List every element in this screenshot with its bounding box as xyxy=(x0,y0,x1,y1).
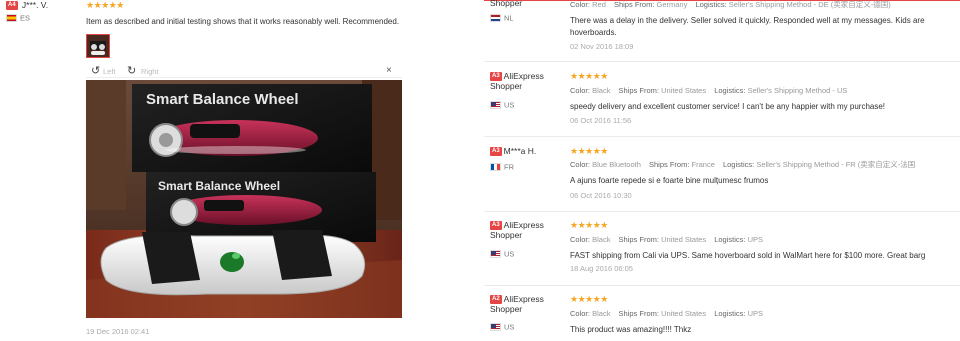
review-date: 18 Aug 2016 06:05 xyxy=(570,264,633,273)
svg-text:Smart Balance Wheel: Smart Balance Wheel xyxy=(146,91,299,108)
reviewer-name: J***. V. xyxy=(21,0,49,10)
review-date: 06 Oct 2016 10:30 xyxy=(570,191,632,200)
order-info: Color: Black Ships From: United States L… xyxy=(570,309,763,318)
flag-es-icon xyxy=(6,13,17,22)
photo-thumbnail[interactable] xyxy=(86,34,110,58)
photo-viewer-toolbar: ↺ Left ↻ Right × xyxy=(86,64,402,78)
buyer-level-badge: A4 xyxy=(6,0,18,10)
close-icon[interactable]: × xyxy=(386,65,392,76)
divider xyxy=(484,61,960,62)
divider xyxy=(484,211,960,212)
buyer-level-badge: A3 xyxy=(490,146,502,156)
flag-us-icon xyxy=(490,249,501,258)
star-rating: ★★★★★ xyxy=(570,146,608,156)
review-text: There was a delay in the delivery. Selle… xyxy=(570,16,925,25)
rotate-left-icon[interactable]: ↺ xyxy=(91,64,100,77)
review-text: Item as described and initial testing sh… xyxy=(86,17,400,26)
buyer-level-badge: A3 xyxy=(490,220,502,230)
review-text: This product was amazing!!!! Thkz xyxy=(570,325,692,334)
rotate-right-icon[interactable]: ↻ xyxy=(127,64,136,77)
divider xyxy=(484,136,960,137)
review-photo: Smart Balance Wheel Smart Balance Wheel xyxy=(86,80,402,318)
reviewer-country: US xyxy=(490,249,514,258)
review-date: 06 Oct 2016 11:56 xyxy=(570,116,632,125)
buyer-level-badge: A3 xyxy=(490,71,502,81)
flag-us-icon xyxy=(490,322,501,331)
order-info: Color: Blue Bluetooth Ships From: France… xyxy=(570,160,916,169)
order-info: Color: Black Ships From: United States L… xyxy=(570,235,763,244)
review-text: FAST shipping from Cali via UPS. Same ho… xyxy=(570,251,926,260)
reviewer-name: Shopper xyxy=(490,0,523,8)
reviewer-country: ES xyxy=(6,13,30,22)
buyer-level-badge: A2 xyxy=(490,294,502,304)
hoverboard-thumbnail-icon xyxy=(87,35,109,57)
hoverboard-photo-image: Smart Balance Wheel Smart Balance Wheel xyxy=(86,80,402,318)
star-rating: ★★★★★ xyxy=(86,0,124,10)
review-text-cont: hoverboards. xyxy=(570,28,617,37)
star-rating: ★★★★★ xyxy=(570,71,608,81)
reviewer-name: A3 M***a H. xyxy=(490,146,537,156)
reviewer-name: A3 AliExpress Shopper xyxy=(490,220,544,240)
reviewer-country: NL xyxy=(490,13,514,22)
review-date: 02 Nov 2016 18:09 xyxy=(570,42,634,51)
reviewer-name: A3 AliExpress Shopper xyxy=(490,71,544,91)
rotate-left-label[interactable]: Left xyxy=(103,67,116,76)
svg-text:Smart Balance Wheel: Smart Balance Wheel xyxy=(158,179,280,193)
reviewer-country: US xyxy=(490,100,514,109)
review-header: A4 J***. V. xyxy=(6,0,48,10)
star-rating: ★★★★★ xyxy=(570,294,608,304)
review-date: 19 Dec 2016 02:41 xyxy=(86,327,150,336)
order-info: Color: Red Ships From: Germany Logistics… xyxy=(570,0,891,9)
review-text: speedy delivery and excellent customer s… xyxy=(570,102,886,111)
review-text: A ajuns foarte repede si e foarte bine m… xyxy=(570,176,769,185)
order-info: Color: Black Ships From: United States L… xyxy=(570,86,848,95)
flag-fr-icon xyxy=(490,162,501,171)
reviewer-name: A2 AliExpress Shopper xyxy=(490,294,544,314)
flag-nl-icon xyxy=(490,13,501,22)
rotate-right-label[interactable]: Right xyxy=(141,67,159,76)
reviewer-country: FR xyxy=(490,162,514,171)
reviewer-country: US xyxy=(490,322,514,331)
flag-us-icon xyxy=(490,100,501,109)
divider xyxy=(484,285,960,286)
star-rating: ★★★★★ xyxy=(570,220,608,230)
